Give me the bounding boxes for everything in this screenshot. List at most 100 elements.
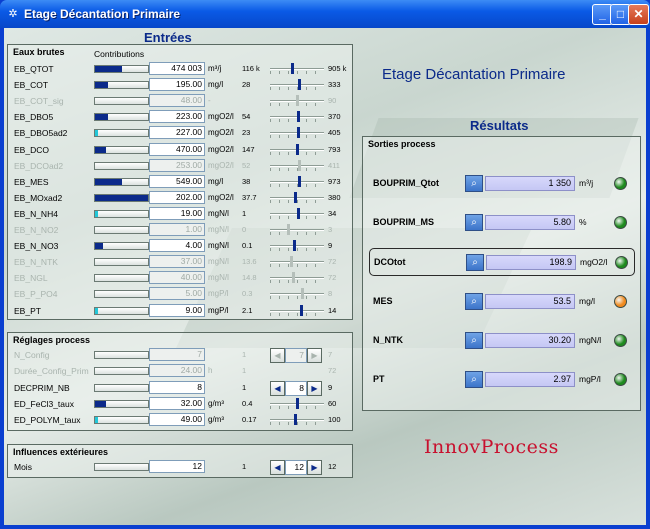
value-slider[interactable] <box>270 414 324 426</box>
result-unit: mg/l <box>579 295 596 306</box>
result-value: 30.20 <box>485 332 575 348</box>
result-label: N_NTK <box>373 334 404 345</box>
slider-thumb[interactable] <box>295 143 299 155</box>
spin-right-arrow-icon[interactable]: ▶ <box>307 460 322 475</box>
spin-right-arrow-icon: ▶ <box>307 348 322 363</box>
value-field[interactable]: 227.00 <box>149 126 205 140</box>
value-slider[interactable] <box>270 191 324 204</box>
row-label: ED_FeCl3_taux <box>14 398 75 409</box>
contribution-bar <box>94 242 149 251</box>
status-indicator-icon <box>615 256 628 270</box>
unit-label: mgP/l <box>208 305 229 315</box>
spin-left-arrow-icon: ◀ <box>270 348 285 363</box>
contribution-bar <box>94 383 149 392</box>
unit-label: g/m³ <box>208 415 224 425</box>
spin-value[interactable]: 12 <box>285 460 307 475</box>
unit-label: mgO2/l <box>208 144 234 154</box>
spin-left-arrow-icon[interactable]: ◀ <box>270 460 285 475</box>
value-slider[interactable] <box>270 143 324 156</box>
min-label: 0.1 <box>242 241 253 251</box>
spin-left-arrow-icon[interactable]: ◀ <box>270 380 285 396</box>
slider-thumb[interactable] <box>296 207 300 219</box>
contribution-fill <box>95 114 109 121</box>
value-slider[interactable] <box>270 63 324 75</box>
magnifier-icon[interactable]: ⌕ <box>466 254 484 272</box>
spin-value[interactable]: 8 <box>285 380 307 396</box>
row-label: EB_MOxad2 <box>14 192 63 203</box>
spin-control[interactable]: ◀ 8 ▶ <box>270 380 322 396</box>
close-button[interactable]: ✕ <box>628 4 649 25</box>
value-slider[interactable] <box>270 175 324 188</box>
value-field[interactable]: 32.00 <box>149 396 205 410</box>
row-label: EB_N_NH4 <box>14 208 58 219</box>
value-field[interactable]: 9.00 <box>149 303 205 317</box>
row-label: EB_MES <box>14 176 49 187</box>
result-row: BOUPRIM_Qtot ⌕ 1 350 m³/j <box>369 170 635 198</box>
unit-label: mgO2/l <box>208 192 234 202</box>
slider-ticks <box>270 248 324 252</box>
slider-thumb <box>300 288 304 300</box>
value-slider[interactable] <box>270 240 324 252</box>
magnifier-icon[interactable]: ⌕ <box>465 292 483 310</box>
spin-control[interactable]: ◀ 12 ▶ <box>270 460 322 475</box>
value-slider[interactable] <box>270 397 324 410</box>
slider-thumb[interactable] <box>295 397 299 409</box>
value-slider[interactable] <box>270 79 324 91</box>
value-field[interactable]: 474 003 <box>149 62 205 75</box>
magnifier-icon[interactable]: ⌕ <box>465 371 483 388</box>
value-field[interactable]: 549.00 <box>149 174 205 188</box>
max-label: 9 <box>328 382 333 392</box>
slider-thumb[interactable] <box>296 111 300 123</box>
slider-ticks <box>270 71 324 74</box>
magnifier-icon[interactable]: ⌕ <box>465 331 483 349</box>
slider-thumb[interactable] <box>298 175 302 187</box>
value-field[interactable]: 19.00 <box>149 206 205 220</box>
slider-thumb[interactable] <box>291 63 295 74</box>
max-label: 905 k <box>328 64 347 73</box>
value-field[interactable]: 12 <box>149 460 205 473</box>
min-label: 13.6 <box>242 257 257 267</box>
max-label: 333 <box>328 80 341 90</box>
unit-label: mgP/l <box>208 289 229 299</box>
value-field[interactable]: 470.00 <box>149 142 205 156</box>
value-slider[interactable] <box>270 207 324 220</box>
magnifier-icon[interactable]: ⌕ <box>465 175 483 192</box>
spin-control: ◀ 7 ▶ <box>270 348 322 363</box>
title-bar[interactable]: ✲ Etage Décantation Primaire _ □ ✕ <box>0 0 650 28</box>
slider-thumb[interactable] <box>294 191 298 203</box>
value-slider[interactable] <box>270 111 324 123</box>
value-field: 1.00 <box>149 223 205 236</box>
unit-label: mgN/l <box>208 241 229 251</box>
slider-thumb[interactable] <box>297 127 301 139</box>
spin-right-arrow-icon[interactable]: ▶ <box>307 380 322 396</box>
value-field: 37.00 <box>149 255 205 269</box>
max-label: 72 <box>328 257 337 267</box>
value-field[interactable]: 49.00 <box>149 413 205 427</box>
value-slider[interactable] <box>270 127 324 139</box>
value-slider[interactable] <box>270 304 324 317</box>
innovprocess-brand: InnovProcess <box>424 436 559 458</box>
magnifier-icon[interactable]: ⌕ <box>465 214 483 232</box>
row-label: Mois <box>14 462 32 472</box>
contribution-fill <box>95 146 106 153</box>
value-field[interactable]: 202.00 <box>149 190 205 204</box>
value-field[interactable]: 195.00 <box>149 78 205 92</box>
value-field[interactable]: 4.00 <box>149 239 205 253</box>
value-field[interactable]: 223.00 <box>149 110 205 124</box>
status-indicator-icon <box>614 216 627 230</box>
result-unit: mgN/l <box>579 334 602 345</box>
result-label: BOUPRIM_MS <box>373 217 435 228</box>
slider-thumb[interactable] <box>299 304 303 316</box>
value-field[interactable]: 8 <box>149 380 205 394</box>
result-row: N_NTK ⌕ 30.20 mgN/l <box>369 327 635 355</box>
contribution-bar <box>94 193 149 202</box>
slider-thumb[interactable] <box>292 240 296 252</box>
row-label: Durée_Config_Prim <box>14 366 89 377</box>
slider-thumb[interactable] <box>297 79 301 91</box>
row-label: EB_COT <box>14 80 49 91</box>
slider-thumb[interactable] <box>294 414 298 426</box>
max-label: 72 <box>328 366 337 376</box>
contribution-bar <box>94 290 149 299</box>
min-label: 1 <box>242 208 247 218</box>
row-label: EB_N_NTK <box>14 257 58 268</box>
